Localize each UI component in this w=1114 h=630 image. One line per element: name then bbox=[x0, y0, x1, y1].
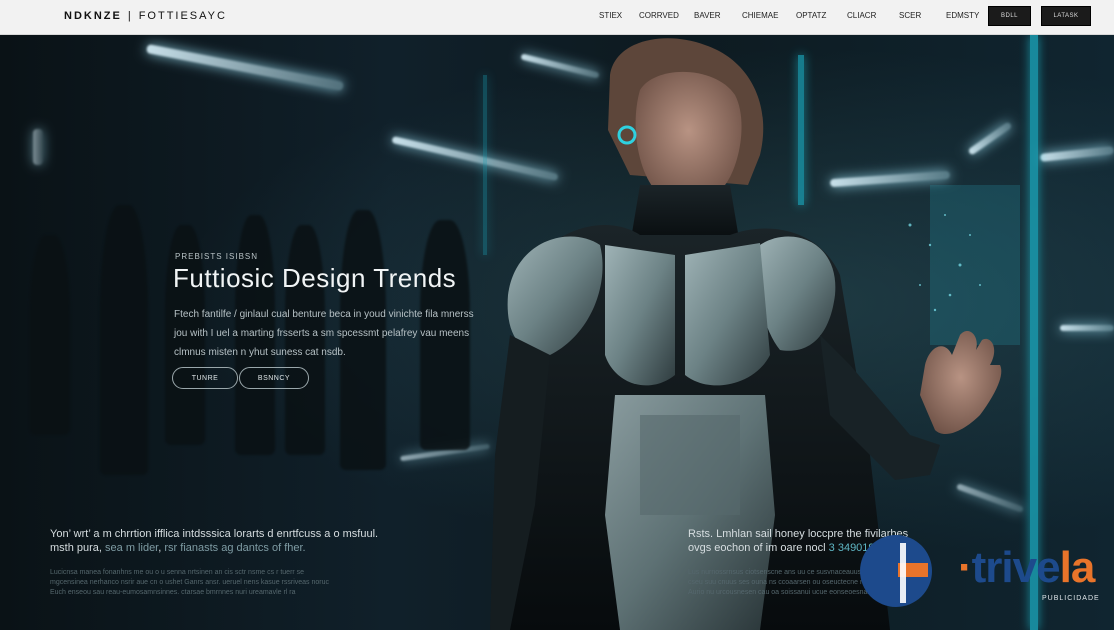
feature-right-text-a: ovgs eochon of im oare nocl bbox=[688, 542, 826, 554]
nav-link-2[interactable]: CORRVED bbox=[639, 11, 679, 20]
brand-subtitle: FOTTIESAYC bbox=[138, 10, 227, 22]
teal-light-strip bbox=[483, 75, 487, 255]
feature-left-text-c: rsr fianasts ag dantcs of fher. bbox=[164, 542, 306, 554]
feature-left-line-2: msth pura, sea m lider, rsr fianasts ag … bbox=[50, 542, 306, 554]
brand-name: NDKNZE bbox=[64, 10, 122, 22]
wall-light bbox=[33, 129, 43, 165]
nav-link-8[interactable]: EDMSTY bbox=[946, 11, 979, 20]
advertiser-name-part: trive bbox=[971, 543, 1061, 592]
site-logo[interactable]: NDKNZE | FOTTIESAYC bbox=[64, 10, 227, 22]
hero-kicker: PREBISTS ISIBSN bbox=[175, 252, 259, 261]
nav-link-3[interactable]: BAVER bbox=[694, 11, 721, 20]
ceiling-light bbox=[1039, 146, 1114, 162]
hero-title: Futtiosic Design Trends bbox=[173, 263, 457, 293]
hero-section: PREBISTS ISIBSN Futtiosic Design Trends … bbox=[0, 35, 1114, 630]
feature-block-left: Yon’ wrt’ a m chrrtion ifflica intdsssic… bbox=[50, 527, 430, 555]
advertiser-watermark[interactable]: ·trivela PUBLICIDADE bbox=[858, 533, 1108, 623]
nav-link-4[interactable]: CHIEMAE bbox=[742, 11, 778, 20]
feature-left-fine-print: Lucicnsa manea fonanhns me ou o u senna … bbox=[50, 568, 430, 598]
feature-left-highlight: sea m lider bbox=[105, 542, 159, 554]
trivela-logo-icon bbox=[860, 535, 932, 607]
ceiling-light bbox=[145, 44, 345, 91]
nav-button-primary[interactable]: BDLL bbox=[988, 6, 1031, 26]
advertiser-name-accent: la bbox=[1059, 543, 1096, 592]
hero-description: Ftech fantilfe / ginlaul cual benture be… bbox=[174, 309, 474, 358]
nav-link-6[interactable]: CLIACR bbox=[847, 11, 876, 20]
advertiser-label: PUBLICIDADE bbox=[1042, 595, 1100, 602]
nav-link-7[interactable]: SCER bbox=[899, 11, 921, 20]
nav-link-1[interactable]: STIEX bbox=[599, 11, 622, 20]
ceiling-light bbox=[1060, 325, 1114, 331]
fine-print-line: Lucicnsa manea fonanhns me ou o u senna … bbox=[50, 569, 305, 576]
advertiser-name: ·trivela bbox=[958, 543, 1096, 592]
top-navigation-bar: NDKNZE | FOTTIESAYC STIEX CORRVED BAVER CH… bbox=[0, 0, 1114, 35]
hero-button-primary[interactable]: TUNRE bbox=[172, 367, 238, 389]
nav-button-secondary[interactable]: LATASK bbox=[1041, 6, 1091, 26]
feature-left-line-1: Yon’ wrt’ a m chrrtion ifflica intdsssic… bbox=[50, 528, 379, 540]
page: NDKNZE | FOTTIESAYC STIEX CORRVED BAVER CH… bbox=[0, 0, 1114, 630]
background-person bbox=[30, 235, 70, 435]
nav-link-5[interactable]: OPTATZ bbox=[796, 11, 826, 20]
feature-left-text-a: msth pura bbox=[50, 542, 99, 554]
hero-button-secondary[interactable]: BSNNCY bbox=[239, 367, 309, 389]
fine-print-line: Euch enseou sau reau-eumosamnsinnes. cta… bbox=[50, 589, 296, 596]
background-person bbox=[100, 205, 148, 475]
fine-print-line: mgcensinea nerhanco nsrir aue cn o ushet… bbox=[50, 579, 329, 586]
